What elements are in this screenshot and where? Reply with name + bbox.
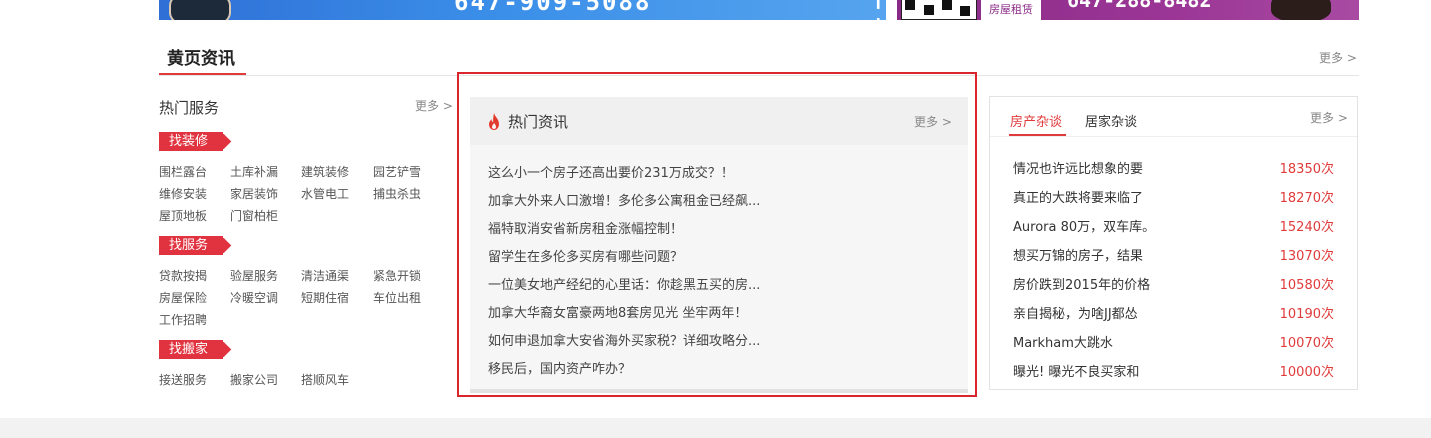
service-link[interactable]: 建筑装修 <box>301 163 349 180</box>
service-link[interactable]: 工作招聘 <box>159 311 207 328</box>
section-title: 黄页资讯 <box>167 49 235 69</box>
banner-ad-right[interactable]: 房屋租赁 647-288-8482 <box>897 0 1359 20</box>
view-count: 10000次 <box>1279 365 1334 380</box>
view-count: 18350次 <box>1279 162 1334 177</box>
talk-link[interactable]: 真正的大跌将要来临了 <box>1013 187 1143 206</box>
category-tag-services[interactable]: 找服务 <box>159 236 223 255</box>
banner-phone: 647-909-5088 <box>454 0 652 16</box>
view-count: 10190次 <box>1279 307 1334 322</box>
service-link[interactable]: 水管电工 <box>301 185 349 202</box>
service-link[interactable]: 维修安装 <box>159 185 207 202</box>
banner-number: 647-288-8482 <box>1067 0 1212 12</box>
view-count: 10580次 <box>1279 278 1334 293</box>
service-link[interactable]: 短期住宿 <box>301 289 349 306</box>
view-count: 18270次 <box>1279 191 1334 206</box>
view-count: 10070次 <box>1279 336 1334 351</box>
section-more-link[interactable]: 更多 > <box>1319 49 1357 66</box>
service-link[interactable]: 门窗柏柜 <box>230 207 278 224</box>
agent-portrait <box>1271 0 1331 20</box>
service-link[interactable]: 车位出租 <box>373 289 421 306</box>
service-link[interactable]: 冷暖空调 <box>230 289 278 306</box>
service-link[interactable]: 土库补漏 <box>230 163 278 180</box>
service-link[interactable]: 围栏露台 <box>159 163 207 180</box>
category-tag-label: 找装修 <box>169 134 209 149</box>
service-link[interactable]: 家居装饰 <box>230 185 278 202</box>
talk-link[interactable]: Markham大跳水 <box>1013 332 1113 351</box>
hot-services-title: 热门服务 <box>159 99 220 117</box>
service-link[interactable]: 屋顶地板 <box>159 207 207 224</box>
tab-home-talk[interactable]: 居家杂谈 <box>1085 111 1137 130</box>
banner-tag: 房屋租赁 <box>981 0 1041 20</box>
category-tag-label: 找服务 <box>169 238 209 253</box>
section-title-underline <box>159 73 246 75</box>
service-link[interactable]: 搬家公司 <box>230 371 278 388</box>
service-link[interactable]: 紧急开锁 <box>373 267 421 284</box>
talks-more-link[interactable]: 更多 > <box>1310 109 1348 126</box>
active-tab-underline <box>1009 134 1066 136</box>
service-link[interactable]: 园艺铲雪 <box>373 163 421 180</box>
service-link[interactable]: 贷款按揭 <box>159 267 207 284</box>
agent-portrait <box>169 0 231 20</box>
hot-services-more-link[interactable]: 更多 > <box>415 97 453 114</box>
view-count: 15240次 <box>1279 220 1334 235</box>
service-link[interactable]: 验屋服务 <box>230 267 278 284</box>
category-tag-moving[interactable]: 找搬家 <box>159 340 223 359</box>
view-count: 13070次 <box>1279 249 1334 264</box>
talk-link[interactable]: 亲自揭秘，为啥JJ都怂 <box>1013 303 1138 322</box>
service-link[interactable]: 捕虫杀虫 <box>373 185 421 202</box>
service-link[interactable]: 接送服务 <box>159 371 207 388</box>
category-tag-label: 找搬家 <box>169 342 209 357</box>
talk-link[interactable]: 曝光! 曝光不良买家和 <box>1013 361 1139 380</box>
footer-band <box>0 418 1431 438</box>
service-link[interactable]: 房屋保险 <box>159 289 207 306</box>
tab-divider <box>990 136 1357 137</box>
highlight-frame <box>457 72 977 397</box>
tab-property-talk[interactable]: 房产杂谈 <box>1010 111 1062 130</box>
service-link[interactable]: 搭顺风车 <box>301 371 349 388</box>
qr-code-icon <box>901 0 977 20</box>
talk-link[interactable]: 情况也许远比想象的要 <box>1013 158 1143 177</box>
service-link[interactable]: 清洁通渠 <box>301 267 349 284</box>
talk-link[interactable]: Aurora 80万，双车库。 <box>1013 216 1155 235</box>
talk-link[interactable]: 想买万锦的房子，结果 <box>1013 245 1143 264</box>
talk-link[interactable]: 房价跌到2015年的价格 <box>1013 274 1150 293</box>
banner-ad-left[interactable]: 647-909-5088 ↑ ↓ <box>159 0 886 20</box>
category-tag-renovation[interactable]: 找装修 <box>159 132 223 151</box>
banner-glyph: ↑ ↓ <box>869 0 886 20</box>
